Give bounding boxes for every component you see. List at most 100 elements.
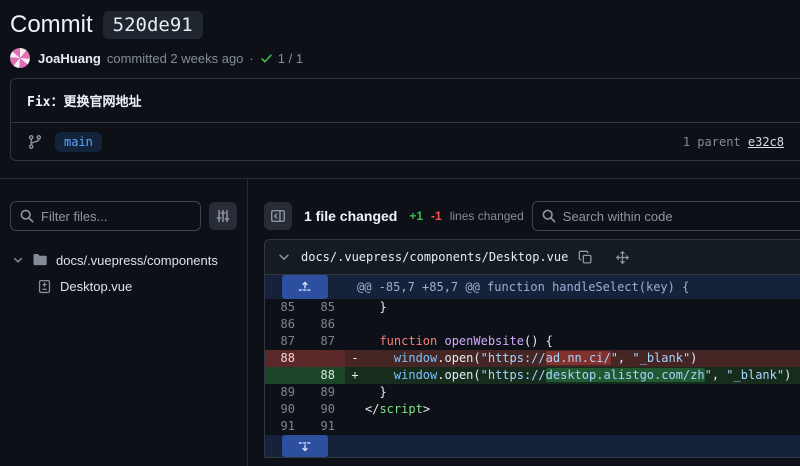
file-diff-card: docs/.vuepress/components/Desktop.vue <box>264 239 800 458</box>
diff-line: 8585 } <box>265 299 800 316</box>
file-path-link[interactable]: docs/.vuepress/components/Desktop.vue <box>301 250 568 264</box>
commit-title-label: Commit <box>10 11 93 39</box>
diff-code-cell: } <box>345 384 800 401</box>
code-segment <box>365 351 394 365</box>
diff-marker: + <box>345 367 365 384</box>
code-segment: , <box>618 351 632 365</box>
expand-down-button[interactable] <box>282 435 328 457</box>
code-segment: "https:// <box>481 351 546 365</box>
diff-code-cell <box>345 418 800 435</box>
diff-code-cell: - window.open("https://ad.nn.ci/", "_bla… <box>345 350 800 367</box>
diff-code-cell <box>345 316 800 333</box>
new-line-number[interactable]: 87 <box>305 333 345 350</box>
hunk-footer-text <box>345 435 357 457</box>
code-segment: openWebsite <box>444 334 523 348</box>
commit-message-box: Fix：更换官网地址 main 1 parent e32c8 <box>10 78 800 161</box>
code-segment: script <box>379 402 422 416</box>
chevron-down-icon <box>12 254 24 266</box>
diff-code-text: function openWebsite() { <box>365 333 553 350</box>
commit-time-label: committed 2 weeks ago <box>107 51 244 66</box>
code-segment <box>365 334 379 348</box>
old-line-number[interactable]: 87 <box>265 333 305 350</box>
panel-collapse-icon <box>270 208 286 224</box>
search-icon <box>541 208 557 224</box>
checks-status-link[interactable]: 1 / 1 <box>260 51 303 66</box>
new-line-number[interactable] <box>305 350 345 367</box>
old-line-number[interactable]: 90 <box>265 401 305 418</box>
expand-up-button[interactable] <box>282 275 328 299</box>
code-segment: } <box>365 300 387 314</box>
code-segment: "_blank" <box>726 368 784 382</box>
copy-path-button[interactable] <box>578 250 593 265</box>
code-segment: </ <box>365 402 379 416</box>
code-segment: window <box>394 368 437 382</box>
diff-line: 8787 function openWebsite() { <box>265 333 800 350</box>
new-line-number[interactable]: 91 <box>305 418 345 435</box>
code-segment: ) <box>784 368 791 382</box>
diff-code-cell: } <box>345 299 800 316</box>
filter-options-button[interactable] <box>209 202 237 230</box>
collapse-file-tree-button[interactable] <box>264 202 292 230</box>
new-line-number[interactable]: 86 <box>305 316 345 333</box>
code-segment: "_blank" <box>632 351 690 365</box>
code-segment: function <box>379 334 437 348</box>
parent-sha-link[interactable]: e32c8 <box>748 135 784 149</box>
old-line-number[interactable]: 86 <box>265 316 305 333</box>
diff-line: 88- window.open("https://ad.nn.ci/", "_b… <box>265 350 800 367</box>
diff-line: 9090</script> <box>265 401 800 418</box>
diff-code-text: } <box>365 299 387 316</box>
fold-down-icon <box>298 439 312 453</box>
old-line-number[interactable]: 88 <box>265 350 305 367</box>
old-line-number[interactable]: 91 <box>265 418 305 435</box>
diff-code-cell: </script> <box>345 401 800 418</box>
file-diff-icon <box>37 279 52 294</box>
search-icon <box>19 208 35 224</box>
search-within-code-input[interactable] <box>532 201 800 231</box>
avatar[interactable] <box>10 48 30 68</box>
parent-info: 1 parent e32c8 <box>683 135 784 149</box>
diff-code-text: window.open("https://ad.nn.ci/", "_blank… <box>365 350 697 367</box>
chevron-down-icon <box>277 250 291 264</box>
filter-files-input[interactable] <box>10 201 201 231</box>
commit-message: Fix：更换官网地址 <box>11 79 800 123</box>
author-row: JoaHuang committed 2 weeks ago · 1 / 1 <box>10 48 800 68</box>
diff-line: 8989 } <box>265 384 800 401</box>
code-segment: , <box>712 368 726 382</box>
tree-folder-row[interactable]: docs/.vuepress/components <box>10 247 237 273</box>
diff-marker <box>345 333 365 350</box>
content-area: docs/.vuepress/components Desktop.vue 1 … <box>0 178 800 466</box>
code-segment: .open( <box>437 351 480 365</box>
filter-row <box>10 201 237 231</box>
code-segment: ad.nn.ci/ <box>546 351 611 365</box>
old-line-number[interactable] <box>265 367 305 384</box>
branch-label[interactable]: main <box>55 132 102 152</box>
new-line-number[interactable]: 90 <box>305 401 345 418</box>
file-diff-header: docs/.vuepress/components/Desktop.vue <box>265 240 800 275</box>
page-header: Commit 520de91 JoaHuang committed 2 week… <box>0 0 800 68</box>
old-line-number[interactable]: 89 <box>265 384 305 401</box>
drag-reorder-button[interactable] <box>615 250 630 265</box>
author-name-link[interactable]: JoaHuang <box>38 51 101 66</box>
code-segment: window <box>394 351 437 365</box>
additions-count: +1 <box>409 209 423 223</box>
code-segment: " <box>705 368 712 382</box>
hunk-footer-row <box>265 435 800 457</box>
move-arrows-icon <box>615 250 630 265</box>
diff-marker <box>345 418 365 435</box>
tree-file-row[interactable]: Desktop.vue <box>10 273 237 299</box>
new-line-number[interactable]: 88 <box>305 367 345 384</box>
code-segment: desktop.alistgo.com/zh <box>546 368 705 382</box>
tree-file-label: Desktop.vue <box>60 279 132 294</box>
deletions-count: -1 <box>431 209 442 223</box>
diff-code-text: } <box>365 384 387 401</box>
diff-line: 88+ window.open("https://desktop.alistgo… <box>265 367 800 384</box>
old-line-number[interactable]: 85 <box>265 299 305 316</box>
file-tree: docs/.vuepress/components Desktop.vue <box>10 247 237 299</box>
code-segment: " <box>611 351 618 365</box>
new-line-number[interactable]: 89 <box>305 384 345 401</box>
folder-icon <box>32 252 48 268</box>
collapse-diff-button[interactable] <box>277 250 291 264</box>
new-line-number[interactable]: 85 <box>305 299 345 316</box>
copy-icon <box>578 250 593 265</box>
hunk-gutter <box>265 435 345 457</box>
